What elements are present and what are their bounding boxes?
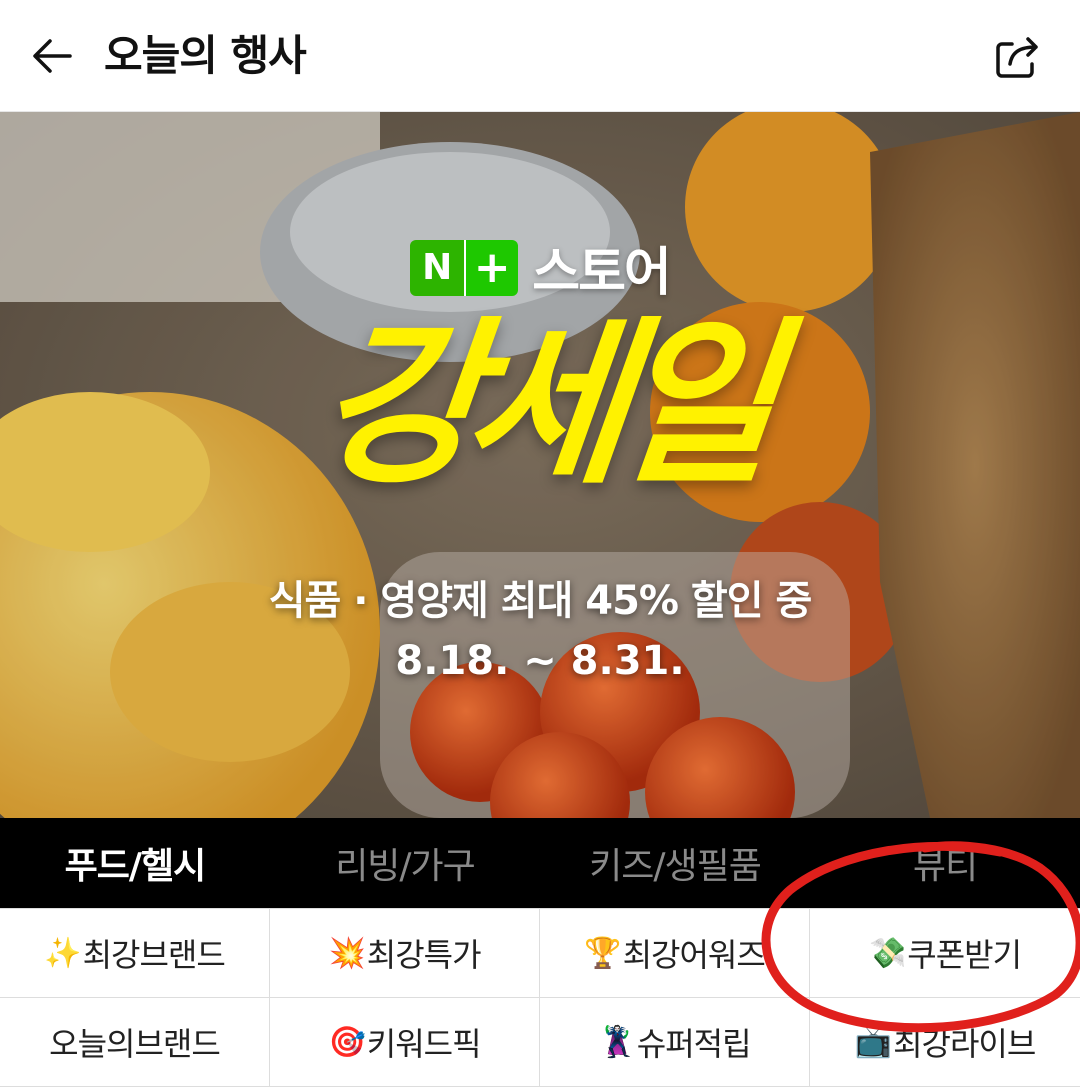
- menu-best-live[interactable]: 📺 최강라이브: [810, 998, 1080, 1087]
- menu-super-points[interactable]: 🦹 슈퍼적립: [540, 998, 810, 1087]
- tab-food-healthy[interactable]: 푸드/헬시: [0, 818, 270, 908]
- menu-todays-brand[interactable]: 오늘의브랜드: [0, 998, 270, 1087]
- arrow-left-icon: [33, 39, 72, 73]
- menu-label: 최강라이브: [893, 1025, 1036, 1063]
- menu-label: 키워드픽: [366, 1025, 482, 1063]
- menu-best-deal[interactable]: 💥 최강특가: [270, 909, 540, 998]
- app-header: 오늘의 행사: [0, 0, 1080, 112]
- money-wings-icon: 💸: [868, 935, 906, 971]
- tab-beauty[interactable]: 뷰티: [810, 818, 1080, 908]
- tab-living-furniture[interactable]: 리빙/가구: [270, 818, 540, 908]
- sparkles-icon: ✨: [44, 935, 81, 971]
- page-title: 오늘의 행사: [104, 31, 307, 80]
- menu-label: 최강어워즈: [622, 936, 766, 974]
- target-icon: 🎯: [328, 1024, 365, 1060]
- menu-best-brand[interactable]: ✨ 최강브랜드: [0, 909, 270, 998]
- menu-get-coupon[interactable]: 💸 쿠폰받기: [810, 909, 1080, 998]
- banner-headline: 강세일: [307, 301, 773, 508]
- trophy-icon: 🏆: [584, 935, 621, 971]
- banner-subline: 식품 · 영양제 최대 45% 할인 중: [268, 578, 813, 624]
- menu-best-awards[interactable]: 🏆 최강어워즈: [540, 909, 810, 998]
- menu-label: 오늘의브랜드: [49, 1025, 221, 1063]
- tab-kids-essentials[interactable]: 키즈/생필품: [540, 818, 810, 908]
- naver-plus-badge: N +: [410, 239, 519, 296]
- share-icon: [996, 37, 1038, 78]
- menu-label: 슈퍼적립: [636, 1025, 752, 1063]
- share-button[interactable]: [990, 30, 1044, 84]
- naver-plus-store-logo: N + 스토어: [0, 230, 1080, 305]
- logo-store-text: 스토어: [532, 243, 672, 303]
- supervillain-icon: 🦹: [598, 1024, 635, 1060]
- event-menu-grid: ✨ 최강브랜드 💥 최강특가 🏆 최강어워즈 💸 쿠폰받기 오늘의브랜드 🎯 키…: [0, 908, 1080, 1090]
- menu-label: 최강특가: [366, 936, 482, 974]
- menu-label: 쿠폰받기: [907, 936, 1022, 974]
- banner-dates: 8.18. ~ 8.31.: [395, 638, 685, 684]
- back-button[interactable]: [28, 32, 76, 80]
- logo-plus: +: [464, 239, 519, 296]
- menu-keyword-pick[interactable]: 🎯 키워드픽: [270, 998, 540, 1087]
- category-tabs: 푸드/헬시 리빙/가구 키즈/생필품 뷰티: [0, 818, 1080, 908]
- menu-label: 최강브랜드: [82, 936, 226, 974]
- tv-icon: 📺: [854, 1024, 892, 1060]
- logo-n: N: [410, 239, 465, 296]
- promo-banner[interactable]: N + 스토어 강세일 식품 · 영양제 최대 45% 할인 중 8.18. ~…: [0, 112, 1080, 818]
- collision-icon: 💥: [328, 935, 365, 971]
